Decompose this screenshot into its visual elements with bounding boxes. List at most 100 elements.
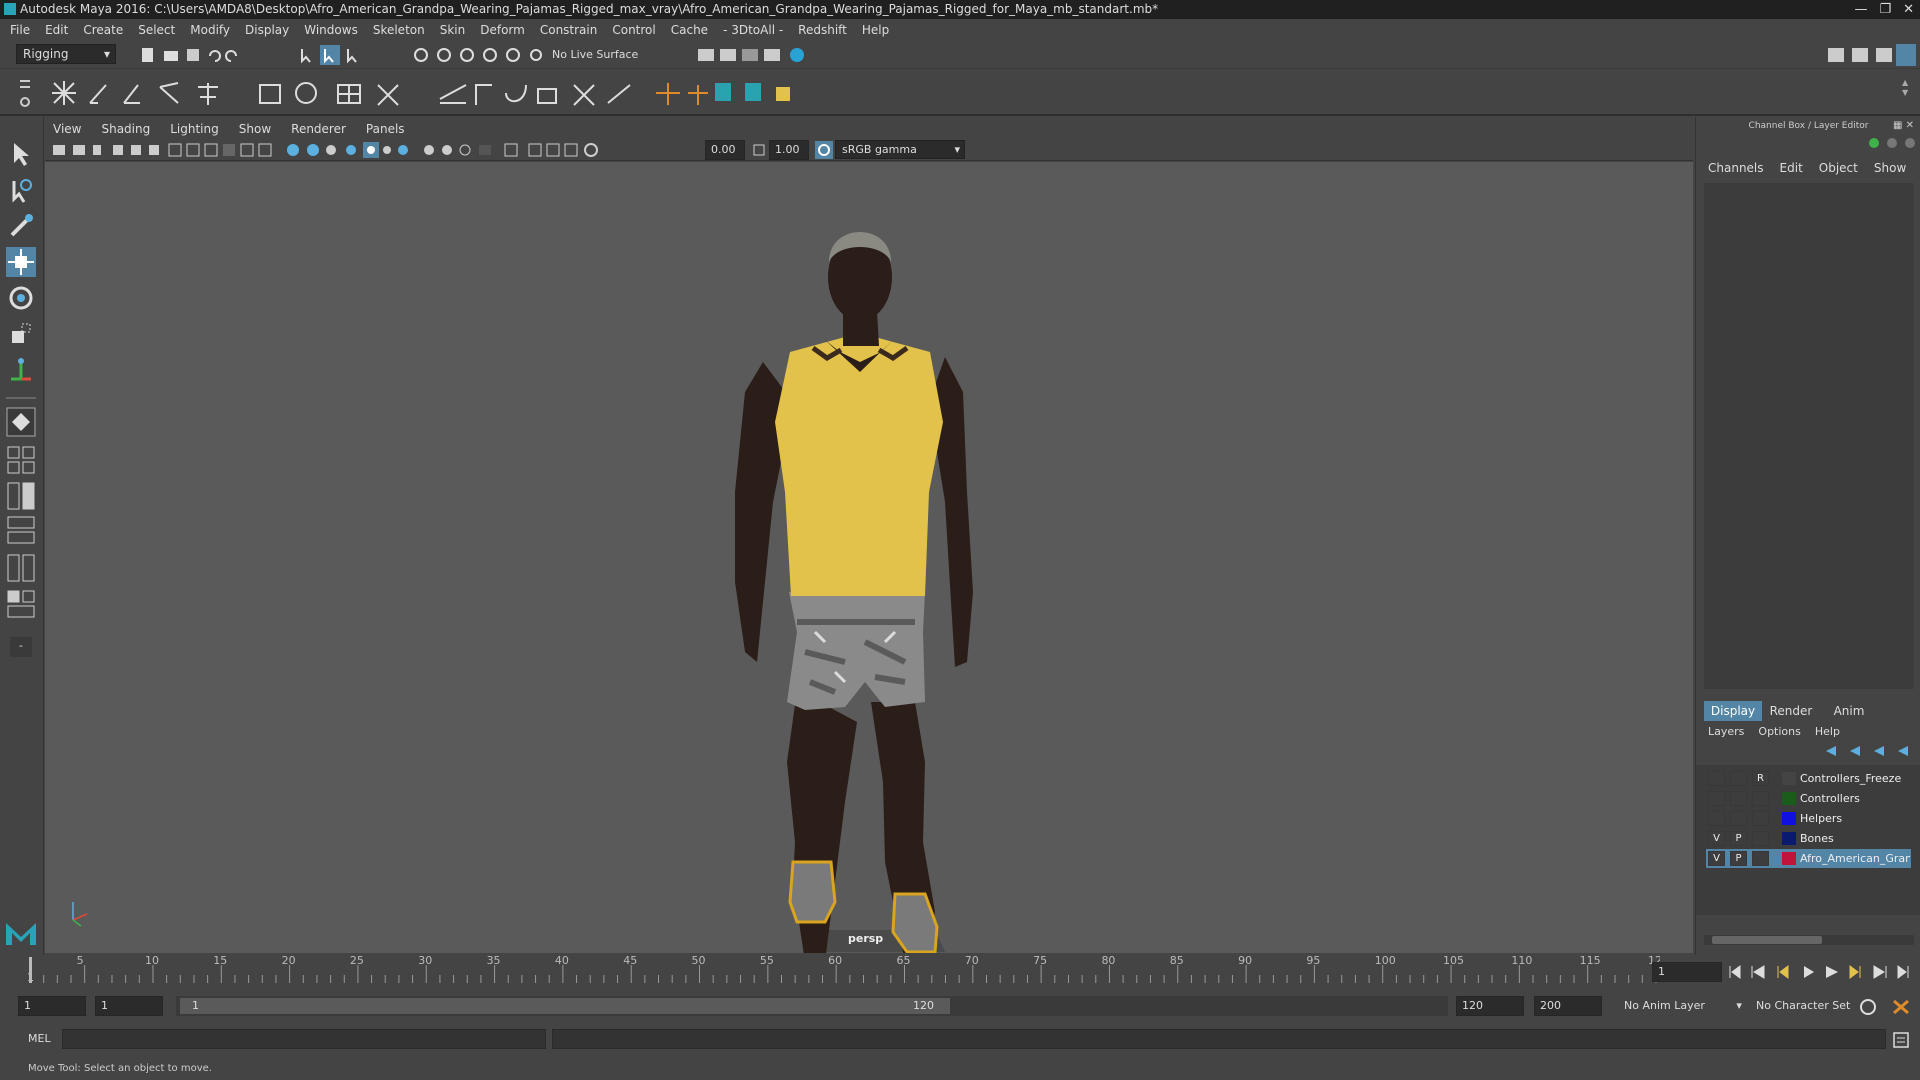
menu-constrain[interactable]: Constrain [540,23,598,37]
layer-playback-toggle[interactable] [1730,791,1747,806]
menu-help[interactable]: Help [862,23,889,37]
side-by-side-layout-icon[interactable] [6,481,36,511]
live-surface-field[interactable]: No Live Surface [552,46,662,64]
menu-skin[interactable]: Skin [440,23,466,37]
single-perspective-layout-icon[interactable] [6,407,36,437]
snap-icons[interactable] [412,46,542,64]
shelf-options-icon[interactable] [18,74,32,112]
hypershade-layout-icon[interactable] [6,589,36,619]
minimize-icon[interactable]: — [1854,2,1867,17]
exposure-field[interactable]: 0.00 [705,140,745,160]
shelf-scroll-icon[interactable]: ▲ ▼ [1902,78,1912,108]
layer-row[interactable]: Helpers [1706,809,1911,828]
channel-menu-show[interactable]: Show [1874,161,1906,175]
menu-create[interactable]: Create [83,23,123,37]
menu-skeleton[interactable]: Skeleton [373,23,425,37]
universal-manipulator-icon[interactable] [6,355,36,385]
playback-start-field[interactable]: 1 [95,996,163,1016]
paint-select-icon[interactable] [6,211,36,241]
color-management-icon[interactable] [815,141,833,159]
tab-display[interactable]: Display [1704,701,1762,721]
gamma-field[interactable]: 1.00 [769,140,809,160]
layer-row[interactable]: Controllers [1706,789,1911,808]
layer-color-swatch[interactable] [1782,792,1796,805]
animation-end-field[interactable]: 200 [1534,996,1602,1016]
scale-tool-icon[interactable] [6,319,36,349]
layer-visibility-toggle[interactable] [1708,771,1725,786]
command-input[interactable] [62,1029,546,1049]
anim-layer-dropdown[interactable]: No Anim Layer ▾ [1624,999,1742,1012]
channel-menu-object[interactable]: Object [1819,161,1858,175]
render-icons[interactable] [696,46,806,64]
maximize-icon[interactable]: ❐ [1879,2,1891,17]
tab-anim[interactable]: Anim [1820,701,1878,721]
viewport-menu-shading[interactable]: Shading [101,122,150,136]
menu-windows[interactable]: Windows [304,23,358,37]
layer-color-swatch[interactable] [1782,852,1796,865]
playback-end-field[interactable]: 120 [1456,996,1524,1016]
menu-select[interactable]: Select [138,23,175,37]
channel-box-mode-icons[interactable] [1866,135,1916,151]
channel-menu-edit[interactable]: Edit [1780,161,1803,175]
layer-visibility-toggle[interactable]: V [1708,851,1725,866]
perspective-viewport[interactable] [45,162,1693,953]
scrollbar-thumb[interactable] [1712,936,1822,944]
tab-render[interactable]: Render [1762,701,1820,721]
outliner-layout-icon[interactable] [6,515,36,545]
time-slider-ruler[interactable]: 1510152025303540455055606570758085909510… [20,955,1660,985]
layer-visibility-toggle[interactable] [1708,791,1725,806]
viewport-panel-icons[interactable] [51,142,711,158]
layer-color-swatch[interactable] [1782,832,1796,845]
script-editor-icon[interactable] [1892,1031,1910,1049]
menu-cache[interactable]: Cache [671,23,708,37]
menu-file[interactable]: File [10,23,30,37]
menu-edit[interactable]: Edit [45,23,68,37]
channel-menu-channels[interactable]: Channels [1708,161,1764,175]
layer-playback-toggle[interactable] [1730,811,1747,826]
menu-modify[interactable]: Modify [190,23,230,37]
graph-layout-icon[interactable] [6,553,36,583]
current-frame-field[interactable]: 1 [1652,962,1722,982]
command-language-label[interactable]: MEL [28,1032,51,1045]
viewport-menu-lighting[interactable]: Lighting [170,122,219,136]
layer-row[interactable]: R Controllers_Freeze [1706,769,1911,788]
menu-display[interactable]: Display [245,23,289,37]
layer-menu-options[interactable]: Options [1758,725,1800,738]
layer-color-swatch[interactable] [1782,812,1796,825]
layer-display-type-toggle[interactable]: R [1752,771,1769,786]
character-set-dropdown[interactable]: No Character Set [1756,999,1850,1012]
menu-redshift[interactable]: Redshift [798,23,847,37]
layer-row[interactable]: VP Afro_American_Grandp [1706,849,1911,868]
close-icon[interactable]: ✕ [1903,2,1914,17]
rigging-shelf-tools[interactable] [48,77,838,109]
color-space-dropdown[interactable]: sRGB gamma ▾ [835,140,965,159]
time-slider[interactable]: 1510152025303540455055606570758085909510… [0,955,1920,989]
move-tool-icon[interactable] [6,247,36,277]
layer-playback-toggle[interactable]: P [1730,831,1747,846]
select-tool-icon[interactable] [6,139,36,169]
animation-start-field[interactable]: 1 [18,996,86,1016]
layer-playback-toggle[interactable]: P [1730,851,1747,866]
range-slider-track[interactable]: 1 120 [176,996,1448,1016]
layer-display-type-toggle[interactable] [1752,791,1769,806]
menu-3dtoall[interactable]: - 3DtoAll - [723,23,783,37]
layer-display-type-toggle[interactable] [1752,831,1769,846]
menu-deform[interactable]: Deform [480,23,525,37]
layer-row[interactable]: V P Bones [1706,829,1911,848]
viewport-menu-view[interactable]: View [53,122,81,136]
viewport-menu-show[interactable]: Show [239,122,271,136]
layer-display-type-toggle[interactable] [1752,811,1769,826]
layer-menu-layers[interactable]: Layers [1708,725,1744,738]
file-tools-icons[interactable] [140,46,260,64]
layer-playback-toggle[interactable] [1730,771,1747,786]
toolbox-more-icon[interactable]: - [10,637,32,657]
layer-visibility-toggle[interactable]: V [1708,831,1725,846]
menu-control[interactable]: Control [612,23,655,37]
lasso-tool-icon[interactable] [6,175,36,205]
playback-controls[interactable] [1728,962,1916,982]
layer-visibility-toggle[interactable] [1708,811,1725,826]
channel-box-area[interactable] [1704,183,1914,689]
menu-set-dropdown[interactable]: Rigging ▾ [16,44,116,64]
viewport-menu-panels[interactable]: Panels [366,122,405,136]
rotate-tool-icon[interactable] [6,283,36,313]
